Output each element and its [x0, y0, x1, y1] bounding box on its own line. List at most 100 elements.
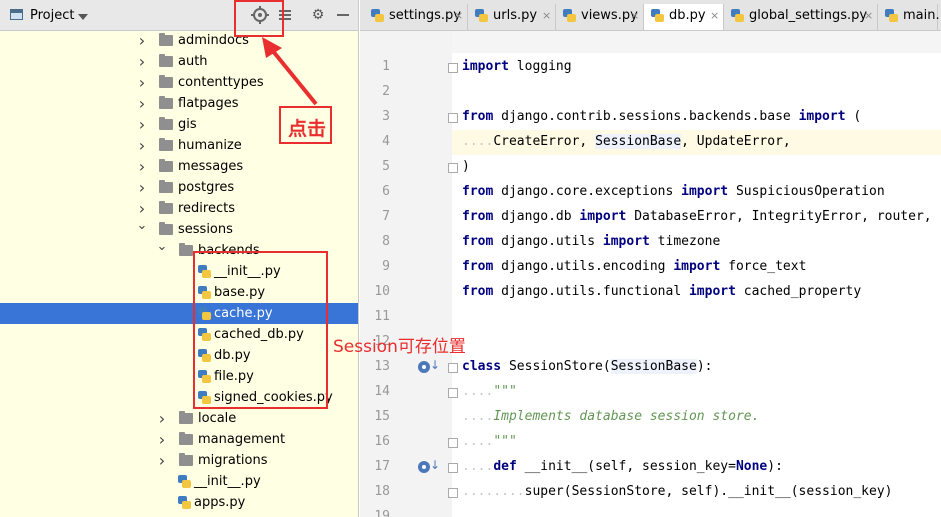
chevron-down-icon[interactable]: ⌄ — [136, 219, 148, 240]
fold-marker-icon[interactable] — [448, 388, 458, 398]
folder-icon — [159, 180, 173, 193]
tree-item-label: redirects — [178, 201, 235, 216]
close-icon[interactable]: × — [630, 4, 639, 28]
hide-icon[interactable] — [334, 6, 352, 24]
tab-label: global_settings.py — [749, 8, 868, 23]
tree-folder[interactable]: › redirects — [0, 198, 358, 219]
code-line[interactable]: ....""" — [462, 434, 517, 449]
project-header: Project ⚙ — [0, 0, 358, 31]
close-icon[interactable]: × — [454, 4, 463, 28]
chevron-right-icon[interactable]: › — [136, 135, 148, 156]
fold-marker-icon[interactable] — [448, 363, 458, 373]
fold-marker-icon[interactable] — [448, 463, 458, 473]
python-file-icon — [563, 9, 576, 23]
python-file-icon — [885, 9, 898, 23]
chevron-right-icon[interactable]: › — [136, 51, 148, 72]
tree-item-label: postgres — [178, 180, 235, 195]
code-line[interactable]: from django.db import DatabaseError, Int… — [462, 209, 932, 224]
tree-item-label: contenttypes — [178, 75, 264, 90]
chevron-right-icon[interactable]: › — [136, 198, 148, 219]
editor-tab-bar: settings.py × urls.py × views.py × db.py × globa… — [360, 0, 941, 31]
chevron-right-icon[interactable]: › — [136, 156, 148, 177]
chevron-right-icon[interactable]: › — [156, 429, 168, 450]
tab-label: main. — [903, 8, 940, 23]
code-line[interactable]: from django.core.exceptions import Suspi… — [462, 184, 885, 199]
python-file-icon — [178, 475, 191, 489]
tree-item-label: apps.py — [194, 495, 246, 510]
tab-main[interactable]: main. — [878, 4, 940, 30]
chevron-right-icon[interactable]: › — [136, 114, 148, 135]
chevron-right-icon[interactable]: › — [136, 30, 148, 51]
fold-marker-icon[interactable] — [448, 163, 458, 173]
fold-marker-icon[interactable] — [448, 488, 458, 498]
arrow-down-icon: ↓ — [430, 458, 441, 472]
folder-icon — [159, 54, 173, 67]
folder-icon — [159, 117, 173, 130]
code-line[interactable]: from django.utils import timezone — [462, 234, 720, 249]
tree-folder[interactable]: › locale — [0, 408, 358, 429]
gear-icon[interactable]: ⚙ — [309, 6, 327, 24]
folder-icon — [179, 243, 193, 256]
tree-folder[interactable]: › admindocs — [0, 30, 358, 51]
override-icon[interactable] — [418, 461, 430, 473]
python-file-icon — [651, 9, 664, 23]
tree-folder[interactable]: › management — [0, 429, 358, 450]
line-number: 10 — [374, 284, 390, 299]
tab-db-py[interactable]: db.py × — [644, 4, 724, 30]
code-line[interactable]: from django.utils.encoding import force_… — [462, 259, 806, 274]
line-number: 15 — [374, 409, 390, 424]
chevron-right-icon[interactable]: › — [156, 450, 168, 471]
tree-folder[interactable]: › postgres — [0, 177, 358, 198]
chevron-down-icon[interactable] — [78, 14, 88, 20]
chevron-right-icon[interactable]: › — [136, 177, 148, 198]
annotation-session-label: Session可存位置 — [333, 337, 466, 357]
tab-settings-py[interactable]: settings.py × — [364, 4, 468, 30]
tree-file[interactable]: apps.py — [0, 492, 358, 513]
tree-folder[interactable]: › migrations — [0, 450, 358, 471]
code-line[interactable]: ....""" — [462, 384, 517, 399]
fold-marker-icon[interactable] — [448, 113, 458, 123]
line-number: 16 — [374, 434, 390, 449]
code-line[interactable]: class SessionStore(SessionBase): — [462, 359, 712, 374]
line-number: 1 — [382, 59, 390, 74]
line-number: 4 — [382, 134, 390, 149]
tab-urls-py[interactable]: urls.py × — [468, 4, 556, 30]
tab-global-settings-py[interactable]: global_settings.py × — [724, 4, 878, 30]
annotation-box-session-files — [193, 251, 328, 409]
tree-folder[interactable]: ⌄ sessions — [0, 219, 358, 240]
tree-item-label: locale — [198, 411, 237, 426]
tree-item-label: migrations — [198, 453, 268, 468]
code-line[interactable]: import logging — [462, 59, 572, 74]
code-line[interactable]: ) — [462, 159, 470, 174]
folder-icon — [159, 33, 173, 46]
tree-folder[interactable]: › auth — [0, 51, 358, 72]
tree-item-label: humanize — [178, 138, 242, 153]
fold-marker-icon[interactable] — [448, 63, 458, 73]
code-line[interactable]: ....CreateError, SessionBase, UpdateErro… — [462, 134, 791, 149]
override-icon[interactable] — [418, 361, 430, 373]
project-title[interactable]: Project — [30, 8, 74, 23]
tree-item-label: auth — [178, 54, 208, 69]
chevron-right-icon[interactable]: › — [156, 408, 168, 429]
close-icon[interactable]: × — [542, 4, 551, 28]
code-line[interactable]: from django.utils.functional import cach… — [462, 284, 861, 299]
code-line[interactable]: from django.contrib.sessions.backends.ba… — [462, 109, 861, 124]
chevron-right-icon[interactable]: › — [136, 72, 148, 93]
tree-item-label: management — [198, 432, 286, 447]
code-line[interactable]: ........super(SessionStore, self).__init… — [462, 484, 892, 499]
code-line[interactable]: ....def __init__(self, session_key=None)… — [462, 459, 783, 474]
tree-file[interactable]: __init__.py — [0, 471, 358, 492]
tree-folder[interactable]: › contenttypes — [0, 72, 358, 93]
annotation-click-label: 点击 — [288, 118, 327, 140]
tree-folder[interactable]: › messages — [0, 156, 358, 177]
code-line[interactable]: ....Implements database session store. — [462, 409, 759, 424]
close-icon[interactable]: × — [864, 4, 873, 28]
close-icon[interactable]: × — [710, 4, 719, 28]
tab-views-py[interactable]: views.py × — [556, 4, 644, 30]
line-number: 5 — [382, 159, 390, 174]
chevron-down-icon[interactable]: ⌄ — [156, 240, 168, 261]
fold-marker-icon[interactable] — [448, 438, 458, 448]
chevron-right-icon[interactable]: › — [136, 93, 148, 114]
editor-gutter: 1 2 3 4 5 6 7 8 9 10 11 12 13 14 15 16 17 18 19 — [360, 31, 452, 517]
code-editor[interactable]: 1 2 3 4 5 6 7 8 9 10 11 12 13 14 15 16 17 18 19 import log… — [360, 31, 941, 517]
